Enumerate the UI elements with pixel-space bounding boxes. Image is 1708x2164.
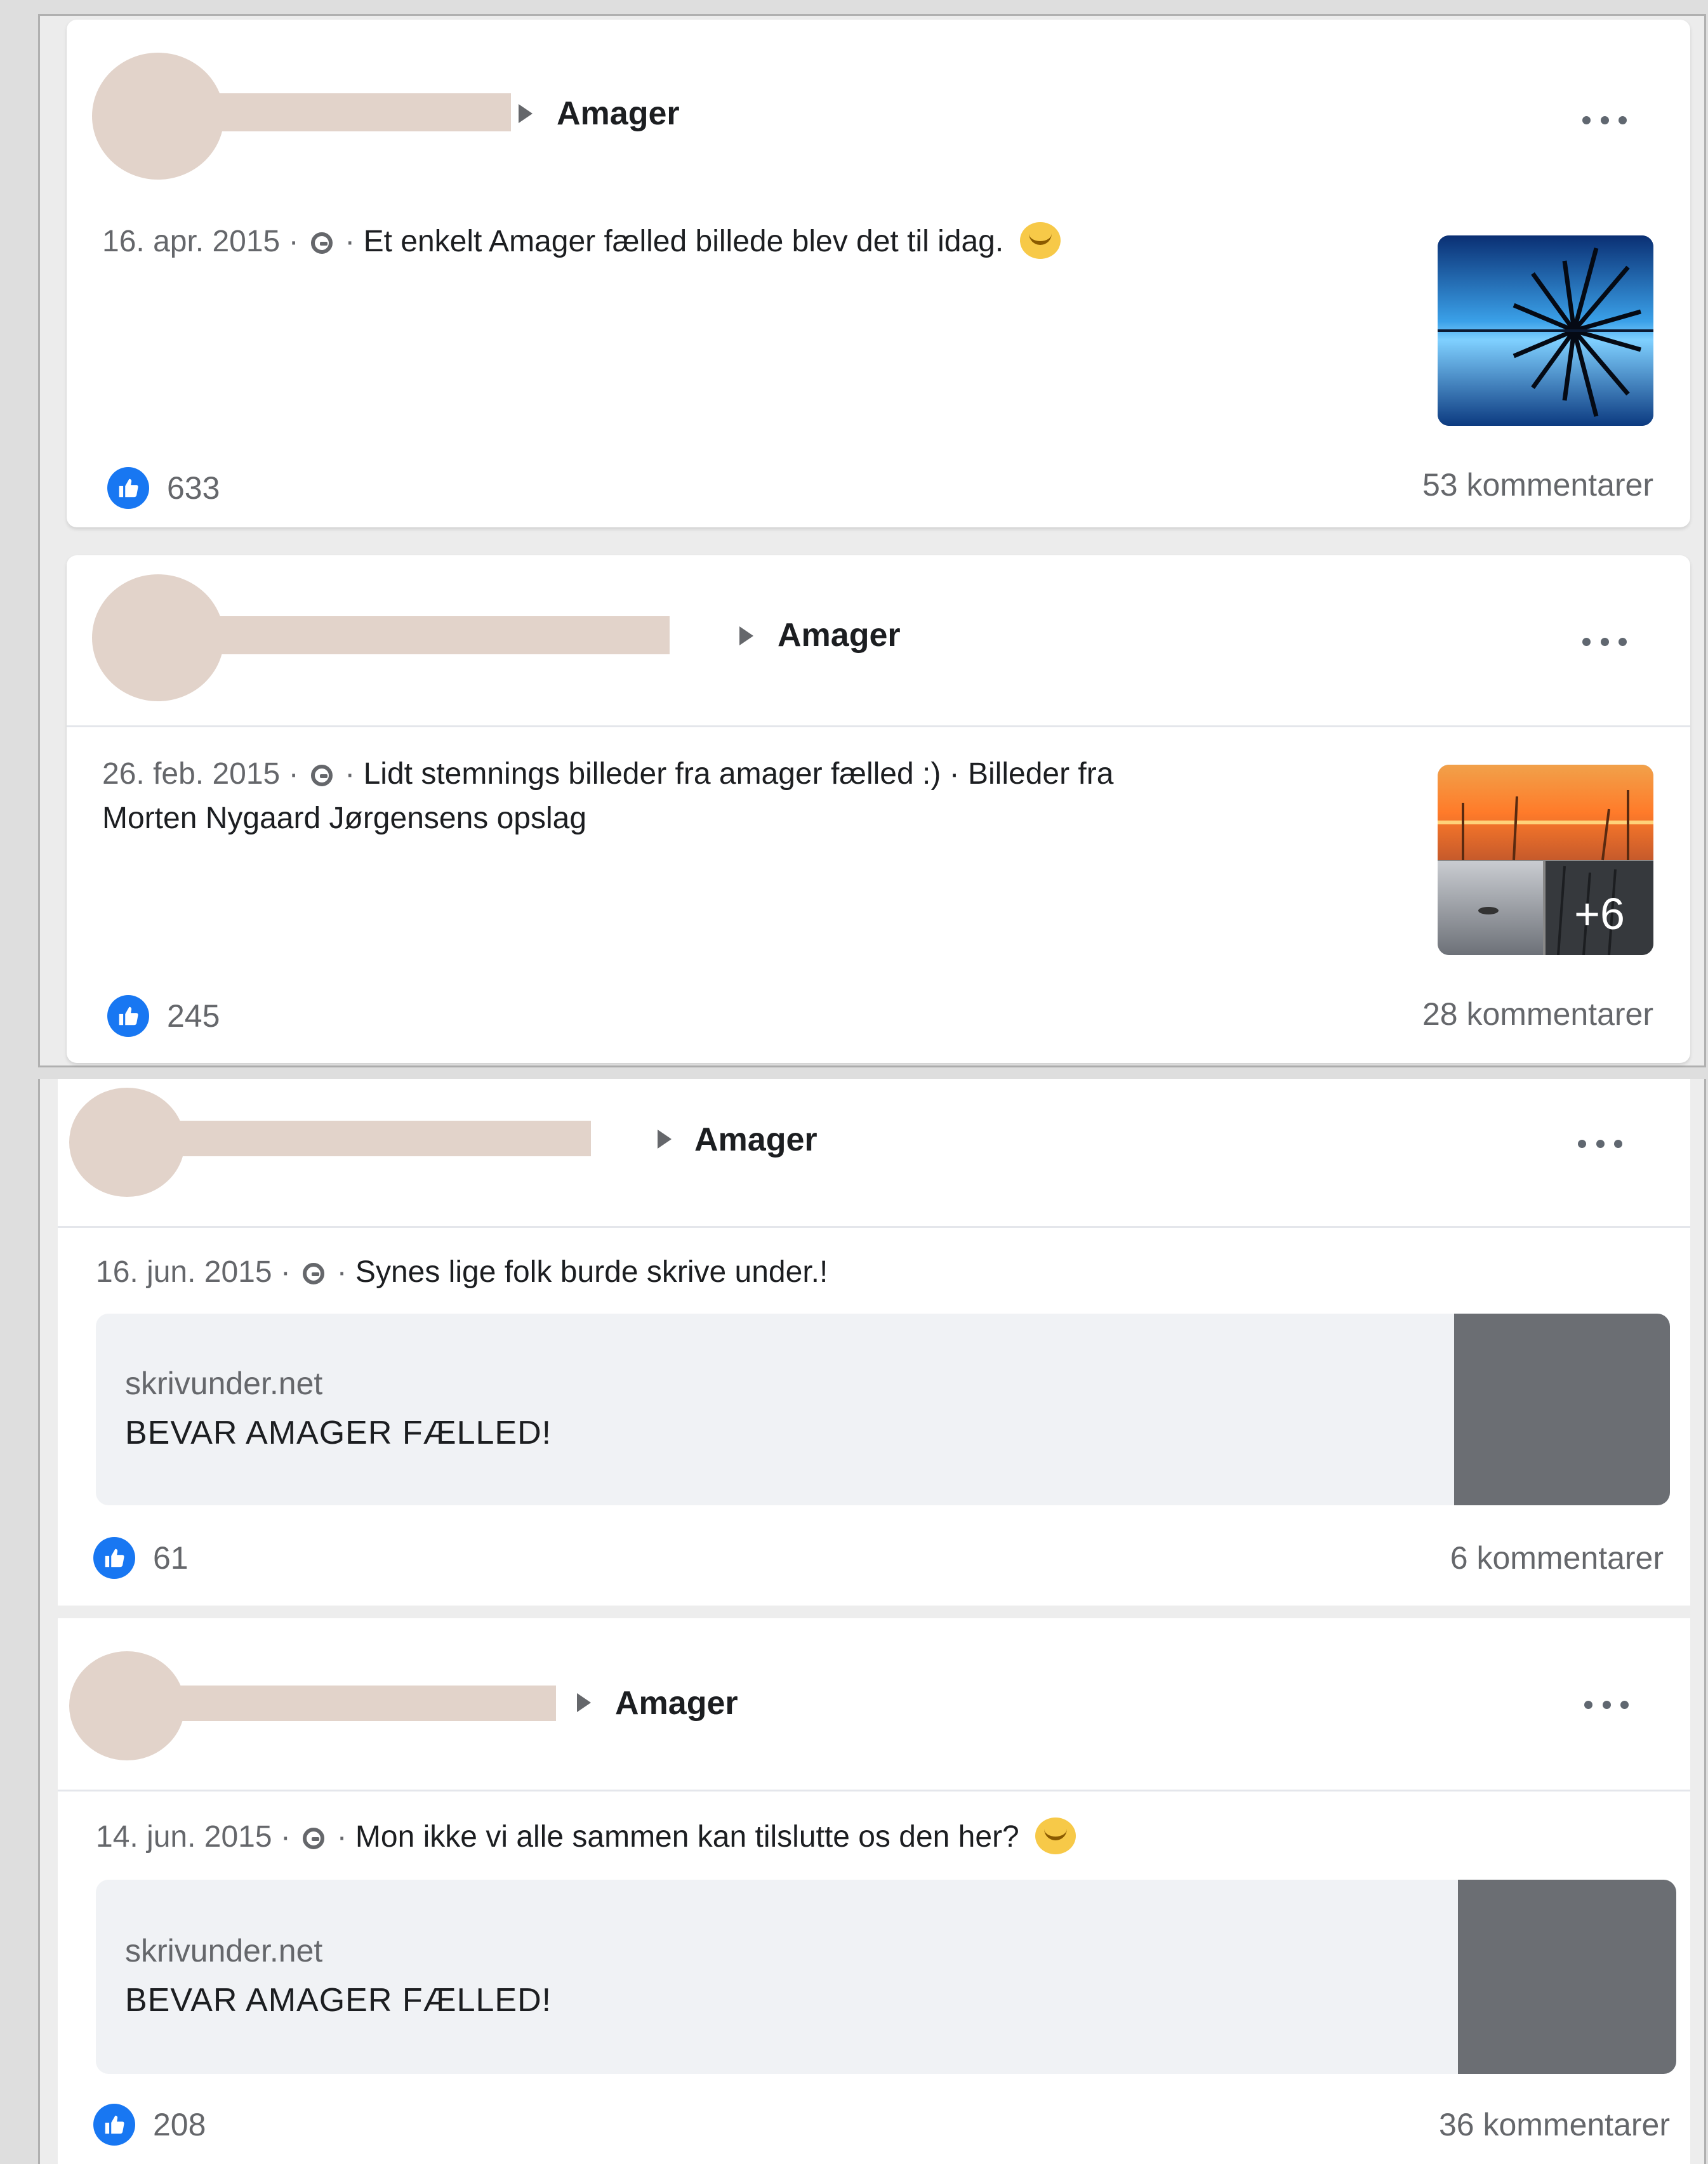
author-name-redacted[interactable] [168,616,670,654]
like-icon[interactable] [107,467,149,509]
globe-icon [310,765,333,786]
comment-count-link[interactable]: 36 kommentarer [1162,2104,1670,2146]
post-card: Amager 26. feb. 2015 · · Lidt stemnings … [67,555,1690,1063]
post-date[interactable]: 14. jun. 2015 [96,1820,272,1854]
post-text-line2: Morten Nygaard Jørgensens opslag [102,802,587,835]
more-options-icon[interactable] [1582,635,1627,648]
divider [58,1226,1690,1228]
link-title: BEVAR AMAGER FÆLLED! [125,1415,552,1451]
post-text: Synes lige folk burde skrive under.! [355,1255,828,1289]
like-count[interactable]: 633 [167,467,220,509]
globe-icon [310,232,333,254]
post-card: Amager 16. jun. 2015 · · Synes lige folk… [58,1079,1690,1606]
link-preview-card[interactable]: skrivunder.net BEVAR AMAGER FÆLLED! [96,1880,1676,2074]
like-count[interactable]: 245 [167,995,220,1037]
post-meta: 26. feb. 2015 · · Lidt stemnings billede… [102,757,1114,835]
link-title: BEVAR AMAGER FÆLLED! [125,1982,552,2019]
globe-icon [303,1263,325,1284]
post-meta: 16. apr. 2015 · · Et enkelt Amager fælle… [102,220,1435,264]
link-preview-image [1454,1314,1670,1505]
post-photo[interactable] [1438,235,1653,426]
author-name-redacted[interactable] [147,1686,556,1721]
link-domain: skrivunder.net [125,1933,323,1969]
more-photos-count: +6 [1574,889,1625,939]
link-domain: skrivunder.net [125,1366,323,1401]
comment-count-link[interactable]: 28 kommentarer [1146,993,1653,1035]
comment-count-link[interactable]: 53 kommentarer [1146,464,1653,506]
post-date[interactable]: 16. apr. 2015 [102,225,280,258]
feed-panel-top: Amager 16. apr. 2015 · · Et enkelt Amage… [38,14,1706,1067]
link-preview-image [1458,1880,1676,2074]
post-text: Mon ikke vi alle sammen kan tilslutte os… [355,1820,1019,1854]
post-text: Et enkelt Amager fælled billede blev det… [363,225,1004,258]
group-name-link[interactable]: Amager [778,619,901,652]
photo-album-preview[interactable]: +6 [1438,765,1653,955]
wink-emoji-icon [1035,1818,1076,1854]
caret-right-icon [658,1130,672,1149]
group-name-link[interactable]: Amager [694,1123,818,1156]
caret-right-icon [577,1693,591,1712]
globe-icon [303,1828,325,1849]
more-options-icon[interactable] [1578,1137,1622,1150]
like-count[interactable]: 208 [153,2104,206,2146]
group-name-link[interactable]: Amager [615,1687,738,1720]
group-name-link[interactable]: Amager [557,97,680,130]
more-options-icon[interactable] [1584,1698,1629,1711]
more-options-icon[interactable] [1582,114,1627,126]
post-date[interactable]: 16. jun. 2015 [96,1255,272,1289]
post-date[interactable]: 26. feb. 2015 [102,757,280,791]
caret-right-icon [519,104,533,123]
caret-right-icon [739,626,753,645]
post-card: Amager 16. apr. 2015 · · Et enkelt Amage… [67,20,1690,527]
post-meta: 16. jun. 2015 · · Synes lige folk burde … [96,1255,828,1289]
like-icon[interactable] [107,995,149,1037]
author-name-redacted[interactable] [168,93,511,131]
like-icon[interactable] [93,2104,135,2146]
post-card: Amager 14. jun. 2015 · · Mon ikke vi all… [58,1618,1690,2164]
divider [67,725,1690,727]
author-name-redacted[interactable] [147,1121,591,1156]
comment-count-link[interactable]: 6 kommentarer [1156,1537,1664,1579]
smile-emoji-icon [1019,222,1061,259]
feed-panel-bottom: Amager 16. jun. 2015 · · Synes lige folk… [38,1079,1706,2164]
like-count[interactable]: 61 [153,1537,189,1579]
link-preview-card[interactable]: skrivunder.net BEVAR AMAGER FÆLLED! [96,1314,1670,1505]
post-meta: 14. jun. 2015 · · Mon ikke vi alle samme… [96,1815,1619,1859]
divider [58,1790,1690,1791]
post-text: Lidt stemnings billeder fra amager fælle… [363,757,1114,791]
like-icon[interactable] [93,1537,135,1579]
